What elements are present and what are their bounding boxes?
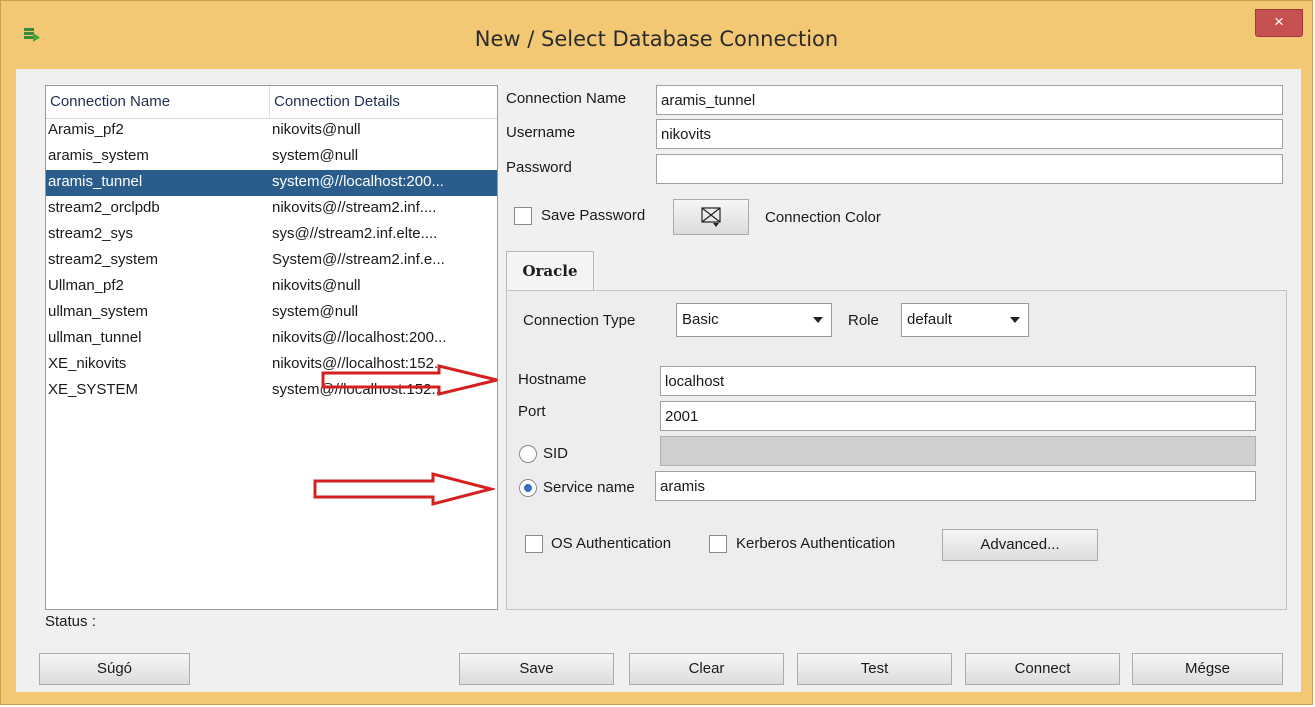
- connection-details: nikovits@null: [272, 277, 361, 294]
- save-password-label: Save Password: [541, 207, 646, 224]
- dialog-body: Connection Name Connection Details Arami…: [16, 69, 1301, 692]
- connection-color-button[interactable]: [673, 199, 749, 235]
- radio-selected-indicator: [524, 484, 532, 492]
- connection-name: ullman_tunnel: [48, 329, 142, 346]
- connection-row[interactable]: Ullman_pf2 nikovits@null: [46, 274, 497, 300]
- title-bar[interactable]: New / Select Database Connection ×: [1, 1, 1312, 69]
- password-field[interactable]: [656, 154, 1283, 184]
- connection-details: nikovits@//localhost:200...: [272, 329, 447, 346]
- connection-details: nikovits@null: [272, 121, 361, 138]
- service-name-label: Service name: [543, 479, 635, 496]
- role-label: Role: [848, 312, 879, 329]
- kerberos-authentication-label: Kerberos Authentication: [736, 535, 896, 552]
- service-name-radio[interactable]: [519, 479, 537, 497]
- connection-row[interactable]: stream2_sys sys@//stream2.inf.elte....: [46, 222, 497, 248]
- status-label: Status :: [45, 613, 96, 630]
- color-picker-icon: [701, 207, 721, 227]
- connection-name: stream2_system: [48, 251, 159, 268]
- connection-name: XE_SYSTEM: [48, 381, 139, 398]
- connection-details: system@//localhost:200...: [272, 173, 444, 190]
- connection-name: ullman_system: [48, 303, 149, 320]
- port-field[interactable]: [660, 401, 1256, 431]
- chevron-down-icon: [1010, 317, 1020, 323]
- tab-oracle[interactable]: Oracle: [506, 251, 594, 291]
- connection-details: system@null: [272, 303, 359, 320]
- username-label: Username: [506, 124, 576, 141]
- cancel-button[interactable]: Mégse: [1132, 653, 1283, 685]
- connection-list[interactable]: Connection Name Connection Details Arami…: [45, 85, 498, 610]
- kerberos-authentication-checkbox[interactable]: [709, 535, 727, 553]
- clear-button[interactable]: Clear: [629, 653, 784, 685]
- save-button[interactable]: Save: [459, 653, 614, 685]
- connection-name: stream2_sys: [48, 225, 134, 242]
- annotation-arrow-icon: [321, 364, 498, 396]
- connection-name-label: Connection Name: [506, 90, 627, 107]
- connection-row[interactable]: ullman_tunnel nikovits@//localhost:200..…: [46, 326, 497, 352]
- connection-name: aramis_system: [48, 147, 149, 164]
- connection-name: aramis_tunnel: [48, 173, 143, 190]
- connection-row[interactable]: stream2_system System@//stream2.inf.e...: [46, 248, 497, 274]
- sid-field[interactable]: [660, 436, 1256, 466]
- os-authentication-checkbox[interactable]: [525, 535, 543, 553]
- role-select[interactable]: default: [901, 303, 1029, 337]
- connection-type-value: Basic: [682, 311, 719, 328]
- connection-row-selected[interactable]: aramis_tunnel system@//localhost:200...: [46, 170, 497, 196]
- help-button[interactable]: Súgó: [39, 653, 190, 685]
- connection-name: stream2_orclpdb: [48, 199, 160, 216]
- connection-name: Ullman_pf2: [48, 277, 124, 294]
- password-label: Password: [506, 159, 572, 176]
- connection-row[interactable]: stream2_orclpdb nikovits@//stream2.inf..…: [46, 196, 497, 222]
- sid-label: SID: [543, 445, 569, 462]
- save-password-checkbox[interactable]: [514, 207, 532, 225]
- os-authentication-label: OS Authentication: [551, 535, 672, 552]
- username-field[interactable]: [656, 119, 1283, 149]
- connection-list-header: Connection Name Connection Details: [46, 86, 497, 119]
- hostname-field[interactable]: [660, 366, 1256, 396]
- connection-row[interactable]: aramis_system system@null: [46, 144, 497, 170]
- close-button[interactable]: ×: [1255, 9, 1303, 37]
- sid-radio[interactable]: [519, 445, 537, 463]
- role-value: default: [907, 311, 953, 328]
- advanced-button[interactable]: Advanced...: [942, 529, 1098, 561]
- annotation-arrow-icon: [313, 472, 495, 506]
- connection-name: Aramis_pf2: [48, 121, 124, 138]
- dialog-window: New / Select Database Connection × Conne…: [0, 0, 1313, 705]
- connection-type-select[interactable]: Basic: [676, 303, 832, 337]
- column-divider: [269, 86, 270, 118]
- hostname-label: Hostname: [518, 371, 587, 388]
- connection-color-label: Connection Color: [765, 209, 881, 226]
- connection-details: sys@//stream2.inf.elte....: [272, 225, 438, 242]
- connection-details: nikovits@//stream2.inf....: [272, 199, 437, 216]
- connection-details: System@//stream2.inf.e...: [272, 251, 445, 268]
- connection-row[interactable]: Aramis_pf2 nikovits@null: [46, 118, 497, 144]
- connection-name-field[interactable]: [656, 85, 1283, 115]
- connection-details: system@null: [272, 147, 359, 164]
- connection-type-label: Connection Type: [523, 312, 636, 329]
- column-header-connection-name[interactable]: Connection Name: [50, 93, 170, 110]
- connect-button[interactable]: Connect: [965, 653, 1120, 685]
- connection-row[interactable]: ullman_system system@null: [46, 300, 497, 326]
- test-button[interactable]: Test: [797, 653, 952, 685]
- window-title: New / Select Database Connection: [474, 27, 839, 51]
- chevron-down-icon: [813, 317, 823, 323]
- port-label: Port: [518, 403, 546, 420]
- service-name-field[interactable]: [655, 471, 1256, 501]
- connection-name: XE_nikovits: [48, 355, 127, 372]
- column-header-connection-details[interactable]: Connection Details: [274, 93, 400, 110]
